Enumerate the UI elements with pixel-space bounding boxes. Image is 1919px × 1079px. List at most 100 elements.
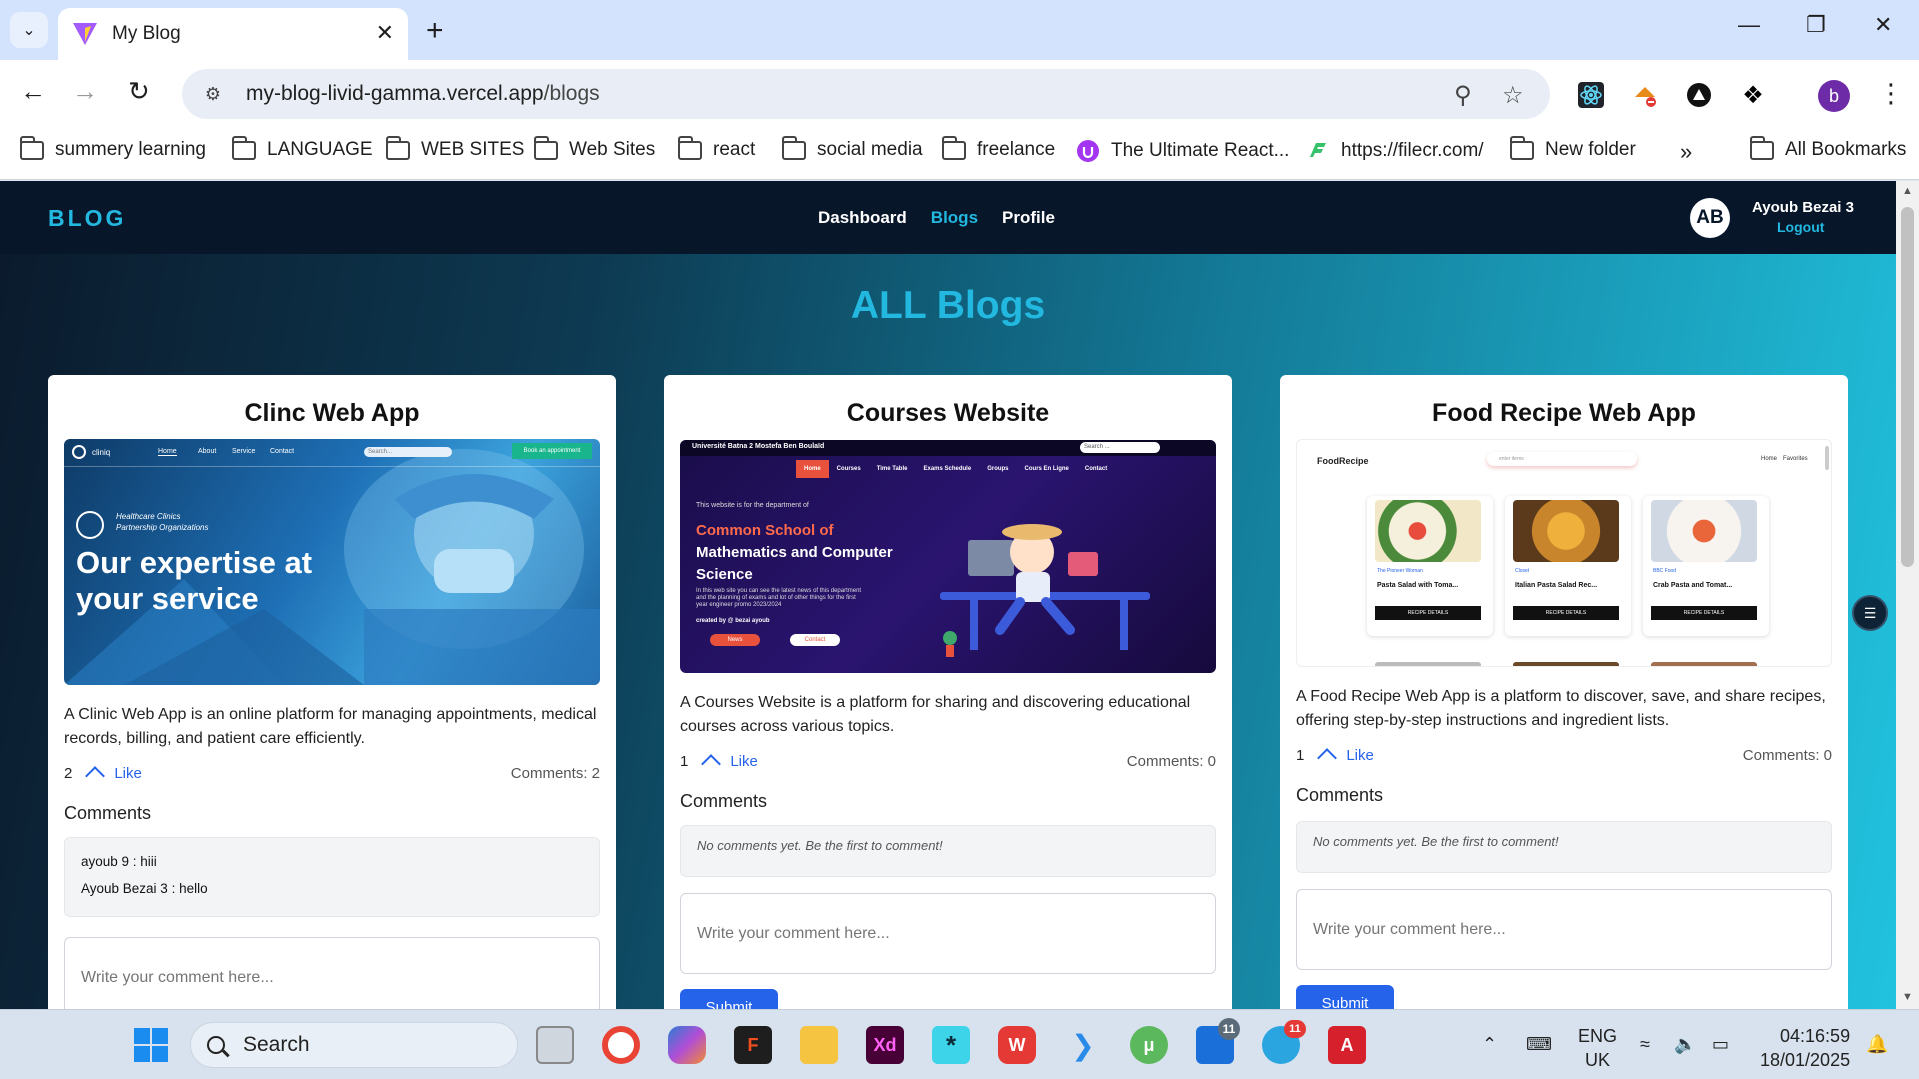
url-path: /blogs [543, 82, 600, 105]
submit-comment-button[interactable]: Submit [1296, 985, 1394, 1009]
outlook-icon[interactable]: 11 [1196, 1018, 1240, 1064]
nav-dashboard[interactable]: Dashboard [818, 208, 907, 228]
tab-strip: ⌄ My Blog ✕ + — ❐ ✕ [0, 0, 1919, 60]
zoom-icon[interactable]: ⚲ [1454, 81, 1472, 110]
system-clock[interactable]: 04:16:59 18/01/2025 [1760, 1024, 1850, 1072]
bookmark-folder[interactable]: New folder [1509, 135, 1636, 161]
bookmark-star-icon[interactable]: ☆ [1502, 81, 1524, 110]
wps-office-icon[interactable]: W [998, 1026, 1036, 1064]
clinic-search: Search... [364, 447, 452, 457]
taskbar-search[interactable]: Search [190, 1022, 518, 1068]
back-button[interactable]: ← [20, 76, 46, 107]
notification-bell-icon[interactable]: 🔔 [1866, 1034, 1888, 1055]
bookmark-folder[interactable]: react [677, 135, 755, 161]
scroll-up-arrow-icon[interactable]: ▲ [1902, 185, 1913, 197]
comment-input[interactable] [1296, 889, 1832, 970]
file-explorer-icon[interactable] [800, 1026, 838, 1064]
utorrent-icon[interactable]: μ [1130, 1026, 1168, 1064]
bookmarks-bar: summery learning LANGUAGE WEB SITES Web … [0, 126, 1919, 180]
nav-profile[interactable]: Profile [1002, 208, 1055, 228]
tab-title: My Blog [112, 23, 181, 44]
comments-count: Comments: 0 [1126, 752, 1216, 770]
browser-tab-active[interactable]: My Blog ✕ [58, 8, 408, 60]
new-tab-button[interactable]: + [426, 14, 444, 48]
react-devtools-extension-icon[interactable] [1576, 80, 1606, 110]
page-scrollbar[interactable]: ▲ ▼ [1896, 181, 1919, 1009]
bookmark-folder[interactable]: freelance [941, 135, 1056, 161]
like-button[interactable]: Like [730, 753, 758, 770]
tray-overflow-chevron-icon[interactable]: ⌃ [1482, 1034, 1497, 1055]
folder-icon [533, 135, 558, 160]
nav-blogs[interactable]: Blogs [931, 208, 978, 228]
folder-icon [19, 135, 44, 160]
profile-avatar-button[interactable]: b [1818, 80, 1850, 112]
acrobat-icon[interactable]: A [1328, 1026, 1366, 1064]
close-window-button[interactable]: ✕ [1874, 12, 1892, 38]
wifi-icon[interactable]: ≈ [1640, 1034, 1650, 1055]
chevron-up-icon[interactable] [1317, 748, 1338, 768]
brand-logo[interactable]: BLOG [48, 205, 126, 232]
scrollbar-thumb[interactable] [1901, 207, 1914, 567]
close-tab-icon[interactable]: ✕ [376, 20, 394, 46]
comments-list: No comments yet. Be the first to comment… [1296, 821, 1832, 873]
asterisk-app-icon[interactable]: * [932, 1026, 970, 1064]
figma-icon[interactable]: F [734, 1026, 772, 1064]
user-name: Ayoub Bezai 3 [1752, 199, 1854, 216]
bookmark-link[interactable]: https://filecr.com/ [1306, 139, 1484, 163]
language-indicator[interactable]: ENG UK [1578, 1024, 1617, 1072]
bookmarks-overflow-button[interactable]: » [1680, 139, 1692, 165]
blog-thumbnail: Université Batna 2 Mostefa Ben Boulaïd S… [680, 440, 1216, 673]
logout-link[interactable]: Logout [1777, 219, 1824, 235]
chevron-up-icon[interactable] [85, 766, 106, 786]
blog-description: A Food Recipe Web App is a platform to d… [1296, 688, 1826, 729]
like-button[interactable]: Like [1346, 747, 1374, 764]
clinic-nav-about: About [198, 448, 217, 455]
chrome-icon[interactable] [602, 1026, 640, 1064]
copilot-icon[interactable] [668, 1026, 706, 1064]
bookmark-folder[interactable]: LANGUAGE [231, 135, 373, 161]
bookmark-link[interactable]: The Ultimate React... [1076, 139, 1289, 163]
telegram-icon[interactable]: 11 [1262, 1020, 1306, 1064]
user-avatar[interactable]: AB [1690, 198, 1730, 238]
chevron-up-icon[interactable] [701, 754, 722, 774]
bookmark-folder[interactable]: Web Sites [533, 135, 655, 161]
folder-icon [677, 135, 702, 160]
floating-menu-icon[interactable]: ☰ [1852, 595, 1888, 631]
reload-button[interactable]: ↻ [128, 76, 150, 107]
site-info-icon[interactable]: ⚙ [200, 81, 226, 107]
clinic-logo-icon [72, 445, 86, 459]
adobe-xd-icon[interactable]: Xd [866, 1026, 904, 1064]
comment-input[interactable] [64, 937, 600, 1009]
scroll-down-arrow-icon[interactable]: ▼ [1902, 991, 1913, 1003]
minimize-button[interactable]: — [1738, 12, 1760, 38]
vercel-extension-icon[interactable] [1684, 80, 1714, 110]
submit-comment-button[interactable]: Submit [680, 989, 778, 1009]
speaker-muted-icon[interactable]: 🔈 [1674, 1034, 1696, 1055]
extensions-puzzle-icon[interactable]: ❖ [1738, 80, 1768, 110]
bookmark-label: freelance [977, 139, 1056, 160]
windows-start-icon[interactable] [134, 1028, 168, 1062]
clinic-nav-contact: Contact [270, 448, 295, 455]
battery-icon[interactable]: ▭ [1712, 1034, 1729, 1055]
telegram-badge: 11 [1284, 1020, 1306, 1038]
bookmark-label: summery learning [55, 139, 206, 160]
restore-button[interactable]: ❐ [1806, 12, 1826, 38]
all-bookmarks-button[interactable]: All Bookmarks [1749, 135, 1906, 161]
bookmark-folder[interactable]: summery learning [19, 135, 206, 161]
forward-button[interactable]: → [72, 76, 98, 107]
clinic-nav-home: Home [158, 448, 177, 456]
bookmark-folder[interactable]: WEB SITES [385, 135, 524, 161]
food-recipe-name: Italian Pasta Salad Rec... [1515, 582, 1598, 589]
bookmark-folder[interactable]: social media [781, 135, 923, 161]
keyboard-icon[interactable]: ⌨ [1526, 1034, 1552, 1055]
address-bar[interactable]: ⚙ my-blog-livid-gamma.vercel.app/blogs ⚲… [182, 69, 1550, 119]
extension-blocked-icon[interactable] [1630, 80, 1660, 110]
page-title: ALL Blogs [850, 284, 1046, 327]
like-row: 1 Like Comments: 0 [1296, 745, 1832, 768]
tab-search-button[interactable]: ⌄ [10, 12, 48, 48]
browser-menu-icon[interactable]: ⋮ [1878, 78, 1904, 109]
task-view-icon[interactable] [536, 1026, 574, 1064]
like-button[interactable]: Like [114, 765, 142, 782]
vscode-icon[interactable]: ❯ [1064, 1026, 1102, 1064]
comment-input[interactable] [680, 893, 1216, 974]
